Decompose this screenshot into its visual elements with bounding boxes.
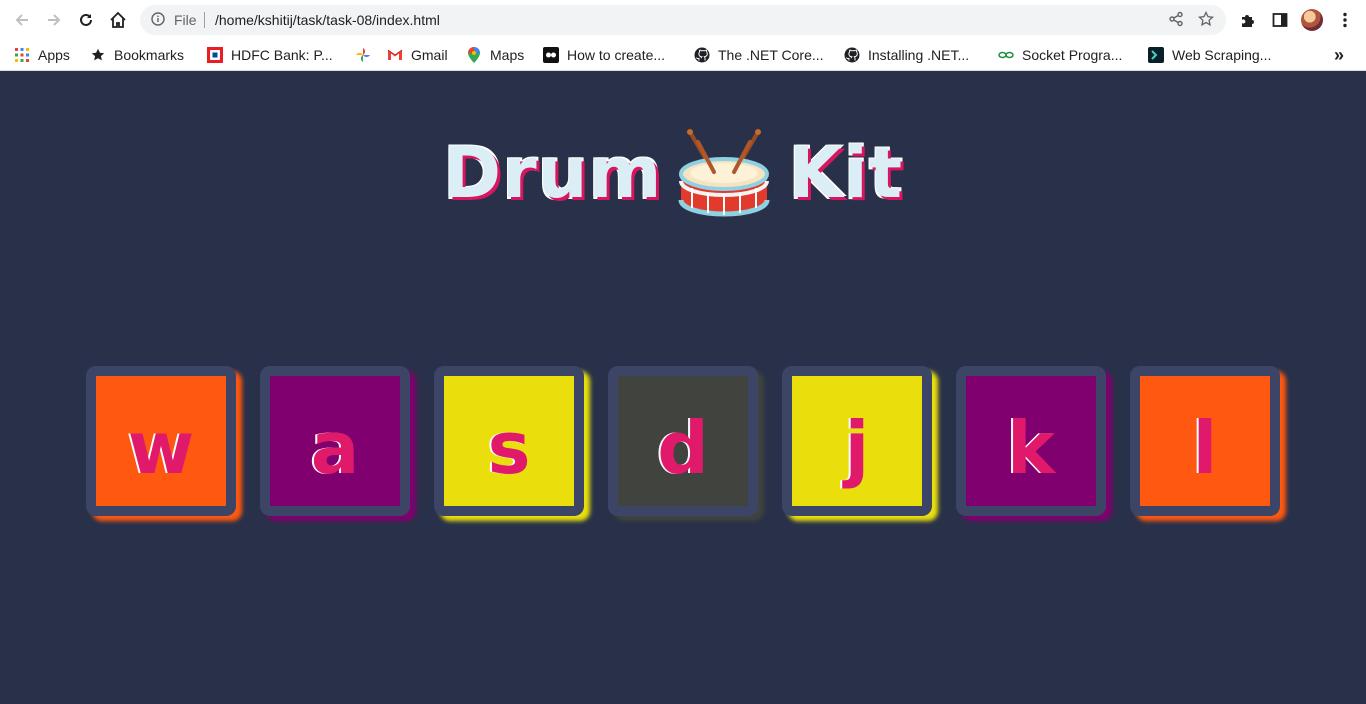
side-panel-button[interactable]: [1268, 8, 1292, 32]
bookmark-label: Apps: [38, 47, 70, 63]
profile-avatar[interactable]: [1301, 9, 1323, 31]
bookmark-label: Maps: [490, 47, 525, 63]
apps-grid-icon: [14, 47, 30, 63]
bookmark-installing-dotnet[interactable]: Installing .NET...: [844, 44, 969, 66]
arrow-left-icon: [15, 14, 28, 26]
bookmark-hdfc[interactable]: HDFC Bank: P...: [207, 44, 333, 66]
address-bar[interactable]: File /home/kshitij/task/task-08/index.ht…: [140, 5, 1226, 35]
forward-button[interactable]: [42, 8, 66, 32]
github-icon: [694, 47, 710, 63]
drum-key-letter: s: [487, 406, 531, 490]
side-panel-icon: [1272, 13, 1288, 27]
terminal-icon: [1148, 47, 1164, 63]
drum-key-letter: d: [657, 406, 709, 490]
drum-key-a[interactable]: a: [260, 366, 410, 516]
bookmark-apps[interactable]: Apps: [14, 44, 70, 66]
reload-icon: [80, 13, 92, 26]
bookmark-label: Installing .NET...: [868, 47, 970, 63]
maps-pin-icon: [466, 47, 482, 63]
bookmark-label: Bookmarks: [114, 47, 185, 63]
title-word-kit: Kit: [788, 132, 904, 214]
drum-key-face: w: [96, 376, 226, 506]
drum-key-j[interactable]: j: [782, 366, 932, 516]
kebab-menu-icon: [1343, 12, 1347, 28]
drum-key-k[interactable]: k: [956, 366, 1106, 516]
drum-key-letter: w: [127, 406, 195, 490]
drum-key-face: d: [618, 376, 748, 506]
drum-key-letter: k: [1007, 406, 1055, 490]
title-word-drum: Drum: [443, 132, 663, 214]
link-icon: [998, 47, 1014, 63]
bookmark-photos[interactable]: [355, 44, 379, 66]
home-icon: [110, 11, 126, 28]
browser-toolbar: File /home/kshitij/task/task-08/index.ht…: [0, 0, 1366, 39]
bookmark-how-to-create[interactable]: How to create...: [543, 44, 665, 66]
more-bookmarks-button[interactable]: »: [1334, 45, 1344, 66]
extensions-button[interactable]: [1236, 8, 1260, 32]
drum-key-face: k: [966, 376, 1096, 506]
drum-key-d[interactable]: d: [608, 366, 758, 516]
omnibox-divider: [204, 12, 205, 28]
hdfc-icon: [207, 47, 223, 63]
page-title: Drum Kit: [443, 128, 903, 218]
bookmark-gmail[interactable]: Gmail: [387, 44, 448, 66]
drum-key-face: l: [1140, 376, 1270, 506]
bookmark-label: How to create...: [567, 47, 666, 63]
bookmark-maps[interactable]: Maps: [466, 44, 524, 66]
drum-icon: [678, 129, 770, 217]
bookmark-label: Socket Progra...: [1022, 47, 1123, 63]
bookmark-label: Gmail: [411, 47, 448, 63]
bookmark-label: The .NET Core...: [718, 47, 824, 63]
home-button[interactable]: [106, 8, 130, 32]
video-icon: [543, 47, 559, 63]
url-text[interactable]: /home/kshitij/task/task-08/index.html: [215, 12, 440, 28]
puzzle-icon: [1242, 15, 1254, 27]
drum-key-letter: l: [1192, 406, 1218, 490]
drum-key-face: s: [444, 376, 574, 506]
reload-button[interactable]: [74, 8, 98, 32]
bookmarks-bar: Apps Bookmarks HDFC Bank: P... Gmail Map…: [0, 39, 1366, 71]
drum-key-letter: j: [844, 406, 870, 490]
bookmark-dotnet-core[interactable]: The .NET Core...: [694, 44, 824, 66]
bookmark-socket-programming[interactable]: Socket Progra...: [998, 44, 1122, 66]
github-icon: [844, 47, 860, 63]
bookmark-label: HDFC Bank: P...: [231, 47, 333, 63]
share-icon[interactable]: [1168, 11, 1184, 27]
bookmark-bookmarks[interactable]: Bookmarks: [90, 44, 184, 66]
drum-key-s[interactable]: s: [434, 366, 584, 516]
menu-button[interactable]: [1333, 8, 1357, 32]
info-icon[interactable]: [151, 12, 165, 26]
arrow-right-icon: [48, 14, 61, 26]
drum-key-face: j: [792, 376, 922, 506]
bookmark-web-scraping[interactable]: Web Scraping...: [1148, 44, 1271, 66]
star-icon: [90, 47, 106, 63]
gmail-icon: [387, 47, 403, 63]
drum-key-face: a: [270, 376, 400, 506]
protocol-label: File: [174, 12, 197, 28]
bookmark-label: Web Scraping...: [1172, 47, 1272, 63]
drum-key-l[interactable]: l: [1130, 366, 1280, 516]
drum-key-w[interactable]: w: [86, 366, 236, 516]
bookmark-star-icon[interactable]: [1198, 11, 1214, 27]
drum-key-letter: a: [310, 406, 360, 490]
photos-pinwheel-icon: [355, 47, 371, 63]
back-button[interactable]: [10, 8, 34, 32]
